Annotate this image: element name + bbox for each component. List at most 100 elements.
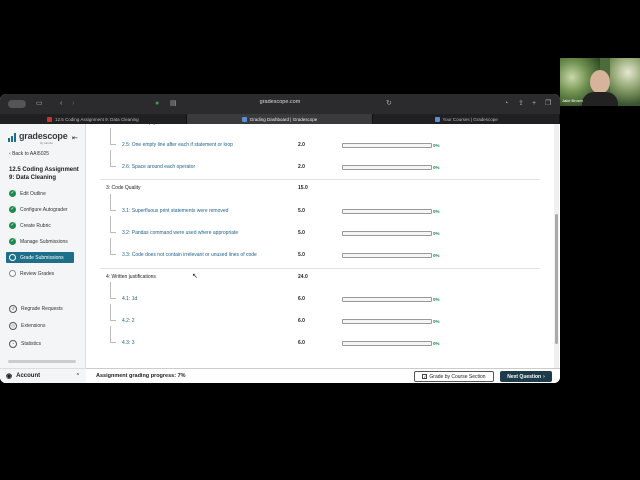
sidebar-item-label: Manage Submissions bbox=[20, 238, 68, 245]
extension-icon[interactable]: ● bbox=[155, 99, 159, 109]
question-link[interactable]: 4.1: 1d bbox=[122, 296, 137, 302]
gradescope-logo[interactable]: gradescope bbox=[19, 131, 68, 141]
progress-percent: 0% bbox=[433, 252, 440, 258]
check-icon: ✓ bbox=[9, 238, 16, 245]
sidebar-item-grade-submissions[interactable]: Grade Submissions bbox=[6, 252, 74, 263]
progress-bar bbox=[342, 230, 432, 236]
extensions-icon: ◷ bbox=[9, 322, 17, 330]
question-points: 2.0 bbox=[298, 142, 305, 148]
chevron-right-icon: › bbox=[543, 373, 545, 380]
sidebar-item-configure-autograder[interactable]: ✓ Configure Autograder bbox=[9, 206, 68, 213]
sidebar-item-statistics[interactable]: ◔ Statistics bbox=[9, 340, 41, 348]
sidebar-item-review-grades[interactable]: Review Grades bbox=[9, 270, 54, 277]
progress-bar bbox=[342, 318, 432, 324]
account-label: Account bbox=[16, 373, 41, 379]
tab-overview-icon[interactable]: ❐ bbox=[545, 99, 551, 109]
tree-connector bbox=[110, 304, 116, 321]
site-settings-icon[interactable]: ▤ bbox=[170, 99, 177, 109]
sidebar-toggle-icon[interactable]: ▭ bbox=[36, 99, 43, 109]
sidebar-item-edit-outline[interactable]: ✓ Edit Outline bbox=[9, 190, 46, 197]
new-tab-icon[interactable]: + bbox=[532, 99, 536, 109]
question-link[interactable]: 3.3: Code does not contain irrelevant or… bbox=[122, 252, 257, 258]
share-icon[interactable]: ⇪ bbox=[518, 99, 524, 109]
next-question-label: Next Question bbox=[507, 373, 542, 380]
check-icon: ✓ bbox=[9, 222, 16, 229]
progress-bar bbox=[342, 142, 432, 148]
sidebar: gradescope by turnitin ⇤ ‹ Back to AAI50… bbox=[0, 124, 86, 383]
back-arrow-icon[interactable]: ‹ bbox=[60, 99, 62, 109]
tab-coding-assignment[interactable]: 12.5 Coding Assignment 9: Data Cleaning bbox=[0, 114, 187, 124]
back-to-course-link[interactable]: ‹ Back to AAI5025 bbox=[9, 151, 49, 157]
next-question-button[interactable]: Next Question › bbox=[500, 371, 552, 382]
assignment-title: 12.5 Coding Assignment 9: Data Cleaning bbox=[9, 167, 79, 181]
progress-bar bbox=[342, 252, 432, 258]
collapse-sidebar-icon[interactable]: ⇤ bbox=[72, 134, 78, 142]
question-link[interactable]: 3.2: Pandas command were used where appr… bbox=[122, 230, 238, 236]
reload-icon[interactable]: ↻ bbox=[386, 99, 392, 109]
tab-label: 12.5 Coding Assignment 9: Data Cleaning bbox=[55, 116, 139, 122]
grading-dashboard: 2.4: Two empty lines after each function… bbox=[86, 124, 560, 368]
section-title: 3: Code Quality bbox=[106, 185, 141, 191]
sidebar-item-create-rubric[interactable]: ✓ Create Rubric bbox=[9, 222, 51, 229]
tree-connector bbox=[110, 216, 116, 233]
current-step-icon bbox=[9, 254, 16, 261]
sidebar-item-extensions[interactable]: ◷ Extensions bbox=[9, 322, 45, 330]
question-link[interactable]: 4.3: 3 bbox=[122, 340, 135, 346]
sidebar-item-label: Create Rubric bbox=[20, 222, 51, 229]
tree-connector bbox=[110, 282, 116, 299]
question-points: 2.0 bbox=[298, 164, 305, 170]
account-icon: ◉ bbox=[6, 373, 13, 380]
question-points: 5.0 bbox=[298, 208, 305, 214]
tab-label: Your Courses | Gradescope bbox=[442, 116, 498, 122]
question-link[interactable]: 2.5: One empty line after each if statem… bbox=[122, 142, 233, 148]
sidebar-item-regrade-requests[interactable]: ↺ Regrade Requests bbox=[9, 305, 63, 313]
sidebar-item-label: Statistics bbox=[21, 341, 42, 347]
sidebar-item-label: Configure Autograder bbox=[20, 206, 68, 213]
tree-connector bbox=[110, 326, 116, 343]
logo-subtitle: by turnitin bbox=[40, 141, 54, 145]
check-icon: ✓ bbox=[9, 190, 16, 197]
sidebar-item-label: Grade Submissions bbox=[20, 254, 64, 261]
browser-window: ▭ ‹ › ● ▤ gradescope.com ↻ ◔ ⇪ + ❐ 12.5 … bbox=[0, 94, 560, 383]
question-link[interactable]: 2.4: Two empty lines after each function bbox=[122, 124, 210, 126]
gradescope-app: gradescope by turnitin ⇤ ‹ Back to AAI50… bbox=[0, 124, 560, 383]
section-divider bbox=[100, 268, 540, 269]
tab-grading-dashboard[interactable]: Grading Dashboard | Gradescope bbox=[186, 114, 374, 124]
question-link[interactable]: 4.2: 2 bbox=[122, 318, 135, 324]
window-controls[interactable] bbox=[8, 100, 26, 108]
account-menu[interactable]: ◉ Account ⌃ bbox=[0, 368, 86, 383]
checkbox-icon: ✓ bbox=[422, 374, 428, 379]
tab-your-courses[interactable]: Your Courses | Gradescope bbox=[373, 114, 560, 124]
chevron-up-icon: ⌃ bbox=[75, 373, 80, 379]
screen: Jake Brown ▭ ‹ › ● ▤ gradescope.com ↻ ◔ … bbox=[0, 0, 640, 480]
address-bar[interactable]: gradescope.com bbox=[250, 99, 310, 105]
grading-footer: Assignment grading progress: 7% ✓ Grade … bbox=[86, 368, 560, 383]
tab-label: Grading Dashboard | Gradescope bbox=[249, 116, 318, 122]
main-scrollbar-thumb[interactable] bbox=[555, 214, 558, 344]
sidebar-item-manage-submissions[interactable]: ✓ Manage Submissions bbox=[9, 238, 68, 245]
webcam-person-head bbox=[590, 70, 610, 94]
webcam-person-body bbox=[582, 92, 618, 106]
download-icon[interactable]: ◔ bbox=[504, 99, 508, 109]
sidebar-item-label: Edit Outline bbox=[20, 190, 46, 197]
tree-connector bbox=[110, 194, 116, 211]
progress-percent: 0% bbox=[433, 208, 440, 214]
question-points: 5.0 bbox=[298, 230, 305, 236]
grading-progress: Assignment grading progress: 7% bbox=[96, 373, 186, 379]
progress-bar bbox=[342, 296, 432, 302]
sidebar-item-label: Review Grades bbox=[20, 270, 55, 277]
question-link[interactable]: 3.1: Superfluous print statements were r… bbox=[122, 208, 228, 214]
sidebar-scrollbar[interactable] bbox=[8, 360, 76, 363]
section-points: 24.0 bbox=[298, 274, 308, 280]
grade-by-section-label: Grade by Course Section bbox=[429, 373, 486, 380]
question-link[interactable]: 2.6: Space around each operator bbox=[122, 164, 195, 170]
grade-by-section-button[interactable]: ✓ Grade by Course Section bbox=[414, 371, 494, 382]
forward-arrow-icon[interactable]: › bbox=[72, 99, 74, 109]
section-title: 4: Written justifications bbox=[106, 274, 156, 280]
check-icon: ✓ bbox=[9, 206, 16, 213]
question-points: 6.0 bbox=[298, 340, 305, 346]
webcam-overlay: Jake Brown bbox=[560, 58, 640, 106]
browser-toolbar: ▭ ‹ › ● ▤ gradescope.com ↻ ◔ ⇪ + ❐ bbox=[0, 94, 560, 114]
tab-strip: 12.5 Coding Assignment 9: Data Cleaning … bbox=[0, 114, 560, 124]
tab-favicon-icon bbox=[47, 116, 53, 122]
